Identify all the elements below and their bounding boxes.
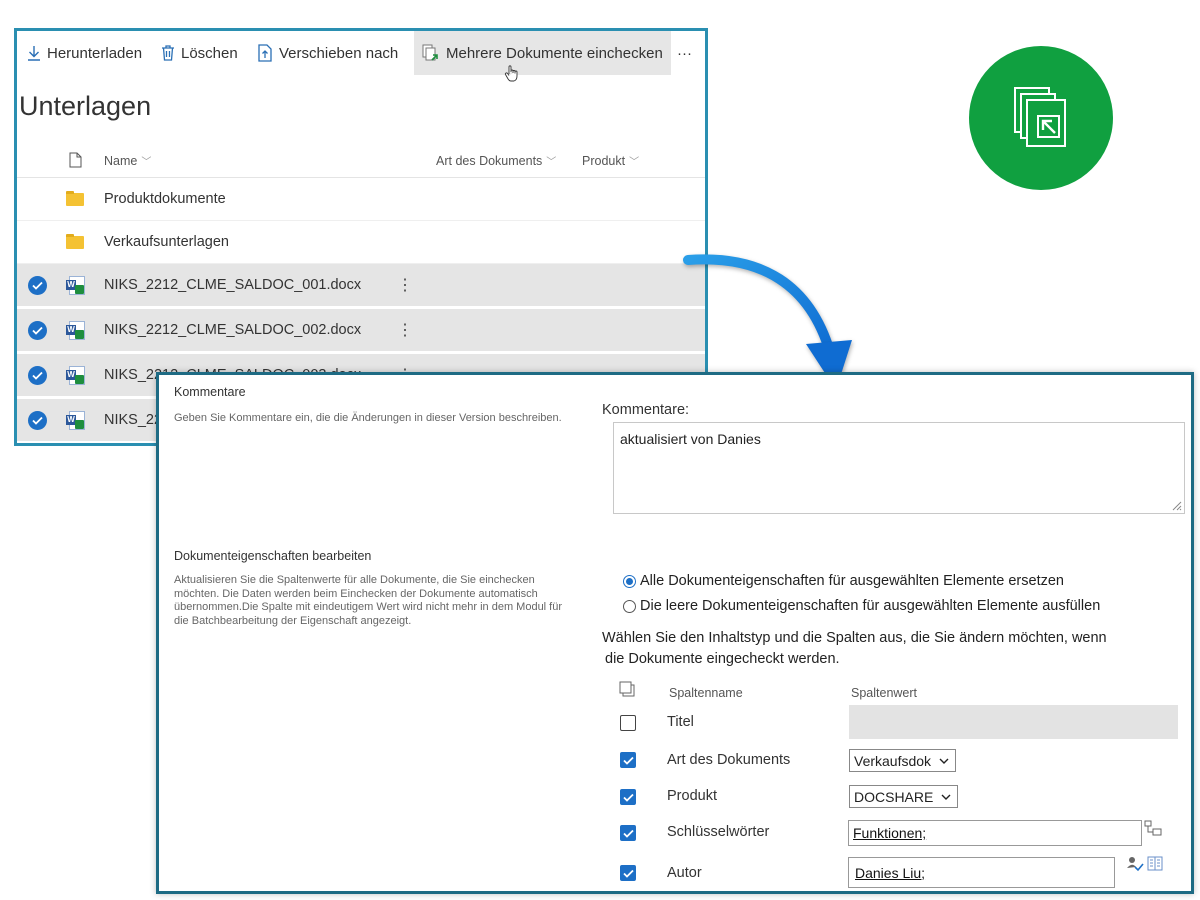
select-all-checkbox-icon[interactable] xyxy=(619,681,635,697)
check-in-multiple-label: Mehrere Dokumente einchecken xyxy=(446,44,663,62)
product-select[interactable]: DOCSHARE xyxy=(849,785,959,808)
option-fill-empty[interactable]: Die leere Dokumenteigenschaften für ausg… xyxy=(623,598,1100,614)
list-item-selected[interactable]: W NIKS_2212_CLME_SALDOC_002.docx ⋮ xyxy=(17,309,705,352)
list-item-selected[interactable]: W NIKS_2212_CLME_SALDOC_001.docx ⋮ xyxy=(17,264,705,307)
author-input[interactable]: Danies Liu; xyxy=(848,857,1115,888)
check-in-multiple-button[interactable]: Mehrere Dokumente einchecken xyxy=(414,31,671,75)
move-to-icon xyxy=(257,44,273,62)
checkmark-circle-icon[interactable] xyxy=(28,320,47,340)
word-document-icon: W xyxy=(66,321,85,340)
checkmark-circle-icon[interactable] xyxy=(28,275,47,295)
comments-field-label: Kommentare: xyxy=(602,402,690,418)
checkmark-circle-icon[interactable] xyxy=(28,365,47,385)
author-value: Danies Liu; xyxy=(855,864,926,881)
column-header-name[interactable]: Name ﹀ xyxy=(104,153,152,169)
comments-section-description: Geben Sie Kommentare ein, die die Änderu… xyxy=(174,412,562,424)
item-more-icon[interactable]: ⋮ xyxy=(397,275,413,295)
comments-section-title: Kommentare xyxy=(174,385,246,399)
comments-value: aktualisiert von Danies xyxy=(620,431,761,447)
option-replace-label: Alle Dokumenteigenschaften für ausgewähl… xyxy=(640,573,1064,589)
property-name: Art des Dokuments xyxy=(667,752,791,768)
more-actions-button[interactable]: ··· xyxy=(677,31,692,75)
column-name-label: Name xyxy=(104,153,138,168)
word-document-icon: W xyxy=(66,411,85,430)
column-header-spaltenwert: Spaltenwert xyxy=(851,686,918,700)
delete-label: Löschen xyxy=(181,44,238,62)
item-name[interactable]: NIKS_2212_CLME_SALDOC_001.docx xyxy=(104,277,361,293)
radio-selected-icon[interactable] xyxy=(623,574,636,588)
chevron-down-icon xyxy=(939,758,949,764)
properties-section-description: Aktualisieren Sie die Spaltenwerte für a… xyxy=(174,574,563,627)
keywords-checkbox[interactable] xyxy=(620,825,636,841)
titel-value-disabled xyxy=(849,705,1178,739)
column-header-doc-type[interactable]: Art des Dokuments ﹀ xyxy=(436,153,557,169)
more-icon: ··· xyxy=(677,44,692,62)
check-in-feature-icon xyxy=(969,46,1113,190)
library-title: Unterlagen xyxy=(19,91,152,121)
instruction-line-1: Wählen Sie den Inhaltstyp und die Spalte… xyxy=(602,630,1107,646)
resize-grip-icon[interactable] xyxy=(1170,499,1182,511)
author-checkbox[interactable] xyxy=(620,865,636,881)
download-icon xyxy=(27,45,41,61)
properties-section-title: Dokumenteigenschaften bearbeiten xyxy=(174,549,372,563)
doc-type-value: Verkaufsdok xyxy=(854,752,932,769)
chevron-down-icon: ﹀ xyxy=(546,157,557,168)
file-type-header-icon[interactable] xyxy=(69,152,82,168)
download-button[interactable]: Herunterladen xyxy=(27,31,142,75)
browse-terms-icon[interactable] xyxy=(1144,820,1162,836)
word-document-icon: W xyxy=(66,276,85,295)
chevron-down-icon xyxy=(941,794,951,800)
move-to-button[interactable]: Verschieben nach xyxy=(257,31,398,75)
product-value: DOCSHARE xyxy=(854,788,934,805)
item-name[interactable]: Produktdokumente xyxy=(104,191,226,207)
instruction-text: Wählen Sie den Inhaltstyp und die Spalte… xyxy=(602,628,1122,670)
option-replace-all[interactable]: Alle Dokumenteigenschaften für ausgewähl… xyxy=(623,573,1064,589)
address-book-icon[interactable] xyxy=(1147,856,1163,871)
comments-textarea[interactable]: aktualisiert von Danies xyxy=(613,422,1185,514)
product-checkbox[interactable] xyxy=(620,789,636,805)
item-name[interactable]: NIKS_2212_CLME_SALDOC_002.docx xyxy=(104,322,361,338)
move-to-label: Verschieben nach xyxy=(279,44,399,62)
keywords-value: Funktionen; xyxy=(853,825,927,841)
doc-type-select[interactable]: Verkaufsdok xyxy=(849,749,957,772)
doc-type-checkbox[interactable] xyxy=(620,752,636,768)
option-fill-label: Die leere Dokumenteigenschaften für ausg… xyxy=(640,598,1101,614)
radio-unselected-icon[interactable] xyxy=(623,599,636,613)
command-bar: Herunterladen Löschen Verschieben nach M… xyxy=(17,31,705,82)
property-name: Produkt xyxy=(667,788,717,804)
titel-checkbox[interactable] xyxy=(620,715,636,731)
item-name[interactable]: Verkaufsunterlagen xyxy=(104,234,229,250)
column-header-product[interactable]: Produkt ﹀ xyxy=(582,153,640,169)
column-product-label: Produkt xyxy=(582,153,626,168)
property-name: Schlüsselwörter xyxy=(667,824,770,840)
chevron-down-icon: ﹀ xyxy=(629,157,640,168)
chevron-down-icon: ﹀ xyxy=(141,157,152,168)
instruction-line-2: die Dokumente eingecheckt werden. xyxy=(605,651,840,667)
keywords-input[interactable]: Funktionen; xyxy=(848,820,1142,846)
folder-icon xyxy=(66,190,84,206)
property-name: Autor xyxy=(667,865,702,881)
trash-icon xyxy=(161,45,175,61)
check-names-icon[interactable] xyxy=(1126,856,1144,872)
delete-button[interactable]: Löschen xyxy=(161,31,238,75)
check-in-form-panel: Kommentare Geben Sie Kommentare ein, die… xyxy=(156,372,1194,894)
column-doc-type-label: Art des Dokuments xyxy=(436,153,543,168)
stacked-documents-icon xyxy=(1014,87,1066,147)
folder-icon xyxy=(66,233,84,249)
list-item[interactable]: Produktdokumente xyxy=(17,178,705,221)
list-item[interactable]: Verkaufsunterlagen xyxy=(17,221,705,264)
download-label: Herunterladen xyxy=(47,44,143,62)
item-more-icon[interactable]: ⋮ xyxy=(397,320,413,340)
checkmark-circle-icon[interactable] xyxy=(28,410,47,430)
property-name: Titel xyxy=(667,714,694,730)
word-document-icon: W xyxy=(66,366,85,385)
check-in-icon xyxy=(422,44,440,62)
column-header-spaltenname: Spaltenname xyxy=(669,686,743,700)
hand-cursor-icon xyxy=(504,65,518,82)
